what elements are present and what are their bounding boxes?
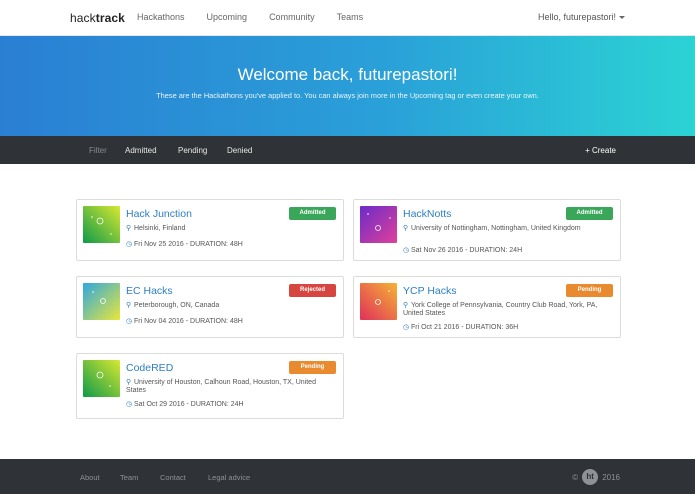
map-marker-icon: ⚲ [403,302,409,309]
clock-icon: ◷ [403,247,410,254]
clock-icon: ◷ [126,318,133,325]
date-text: Sat Oct 29 2016 - DURATION: 24H [134,401,244,408]
footer-about[interactable]: About [80,473,100,482]
caret-down-icon [619,16,625,20]
location-text: University of Nottingham, Nottingham, Un… [411,225,581,232]
hackathon-thumbnail [83,283,120,320]
date-text: Fri Oct 21 2016 - DURATION: 36H [411,324,519,331]
map-marker-icon: ⚲ [403,225,409,232]
clock-icon: ◷ [126,401,133,408]
nav-community[interactable]: Community [269,12,315,22]
hackathon-card[interactable]: YCP Hacks Pending ⚲ York College of Penns… [353,276,621,338]
date-text: Sat Nov 26 2016 - DURATION: 24H [411,247,523,254]
brand-logo[interactable]: hacktrack [70,11,125,25]
user-menu[interactable]: Hello, futurepastori! [538,12,625,22]
map-marker-icon: ⚲ [126,302,132,309]
hackathon-location: ⚲ Helsinki, Finland [126,225,336,233]
copyright-year: 2016 [602,472,620,482]
map-marker-icon: ⚲ [126,225,132,232]
status-badge: Pending [289,361,336,374]
footer-legal[interactable]: Legal advice [208,473,250,482]
nav-links: Hackathons Upcoming Community Teams [137,12,385,22]
filter-bar: Filter Admitted Pending Denied + Create [0,136,695,164]
brand-light: hack [70,11,96,25]
hackathon-date: ◷ Fri Nov 04 2016 - DURATION: 48H [126,317,243,325]
hackathon-thumbnail [83,360,120,397]
hackathon-location: ⚲ York College of Pennsylvania, Country C… [403,302,613,318]
hackathon-card[interactable]: CodeRED Pending ⚲ University of Houston, … [76,353,344,419]
user-greeting: Hello, futurepastori! [537,12,616,22]
hackathon-card[interactable]: Hack Junction Admitted ⚲ Helsinki, Finlan… [76,199,344,261]
location-text: Peterborough, ON, Canada [134,302,220,309]
location-text: Helsinki, Finland [134,225,186,232]
hackathon-thumbnail [83,206,120,243]
nav-teams[interactable]: Teams [337,12,364,22]
hackathon-location: ⚲ Peterborough, ON, Canada [126,302,336,310]
hackathon-location: ⚲ University of Houston, Calhoun Road, Ho… [126,379,336,395]
footer-logo-icon: ht [582,469,599,485]
location-text: York College of Pennsylvania, Country Cl… [403,302,598,317]
status-badge: Admitted [289,207,336,220]
hackathon-title[interactable]: YCP Hacks [403,285,457,297]
copyright-symbol: © [572,472,579,482]
nav-upcoming[interactable]: Upcoming [207,12,248,22]
hackathon-date: ◷ Fri Nov 25 2016 - DURATION: 48H [126,240,243,248]
hackathon-title[interactable]: HackNotts [403,208,451,220]
filter-admitted[interactable]: Admitted [125,146,157,155]
status-badge: Pending [566,284,613,297]
clock-icon: ◷ [403,324,410,331]
hackathon-date: ◷ Sat Oct 29 2016 - DURATION: 24H [126,400,244,408]
date-text: Fri Nov 04 2016 - DURATION: 48H [134,318,243,325]
hackathon-title[interactable]: Hack Junction [126,208,192,220]
clock-icon: ◷ [126,241,133,248]
location-text: University of Houston, Calhoun Road, Hou… [126,379,316,394]
hackathon-title[interactable]: EC Hacks [126,285,173,297]
filter-denied[interactable]: Denied [227,146,252,155]
filter-label: Filter [89,146,107,155]
brand-bold: track [95,11,125,25]
hackathon-date: ◷ Sat Nov 26 2016 - DURATION: 24H [403,246,522,254]
hackathon-title[interactable]: CodeRED [126,362,173,374]
welcome-hero: Welcome back, futurepastori! These are t… [0,36,695,136]
hero-subtitle: These are the Hackathons you've applied … [156,91,539,100]
footer-copyright: © ht 2016 [572,469,620,485]
footer-contact[interactable]: Contact [160,473,186,482]
status-badge: Admitted [566,207,613,220]
nav-hackathons[interactable]: Hackathons [137,12,185,22]
hackathon-thumbnail [360,283,397,320]
hero-title: Welcome back, futurepastori! [237,65,458,84]
top-navbar: hacktrack Hackathons Upcoming Community … [0,0,695,36]
date-text: Fri Nov 25 2016 - DURATION: 48H [134,241,243,248]
hackathon-location: ⚲ University of Nottingham, Nottingham, U… [403,225,613,233]
map-marker-icon: ⚲ [126,379,132,386]
hackathon-card[interactable]: EC Hacks Rejected ⚲ Peterborough, ON, Can… [76,276,344,338]
create-button[interactable]: + Create [585,146,616,155]
filter-pending[interactable]: Pending [178,146,207,155]
site-footer: About Team Contact Legal advice © ht 201… [0,459,695,494]
status-badge: Rejected [289,284,336,297]
hackathon-card[interactable]: HackNotts Admitted ⚲ University of Nottin… [353,199,621,261]
footer-team[interactable]: Team [120,473,138,482]
hackathon-thumbnail [360,206,397,243]
hackathon-date: ◷ Fri Oct 21 2016 - DURATION: 36H [403,323,518,331]
